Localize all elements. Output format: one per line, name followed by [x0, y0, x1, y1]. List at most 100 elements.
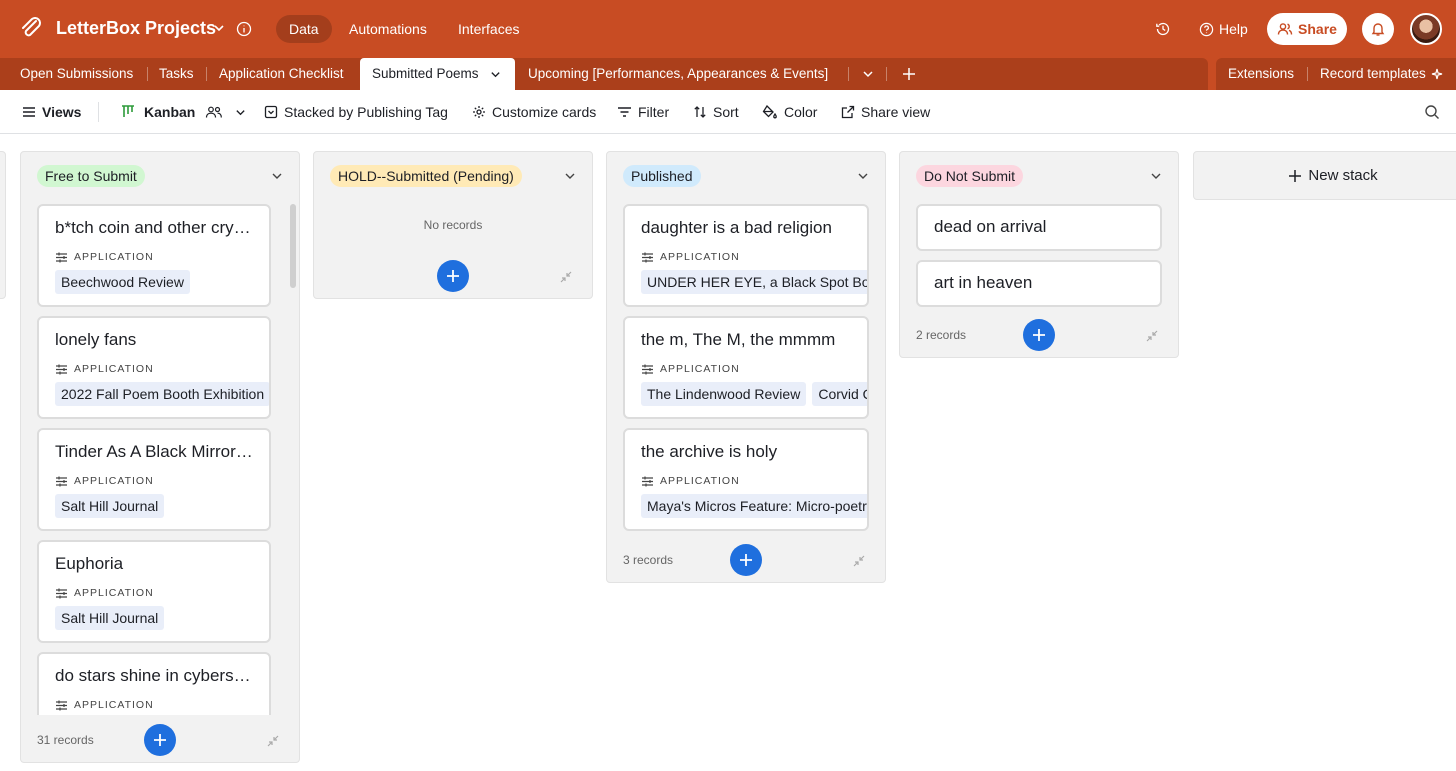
extensions-tab[interactable]: Extensions — [1228, 58, 1294, 90]
plus-icon — [739, 553, 753, 567]
stack-name-pill: Free to Submit — [37, 165, 145, 187]
stack-published: Published daughter is a bad religion APP… — [606, 151, 886, 583]
field-name: APPLICATION — [660, 363, 740, 375]
card-title: Euphoria — [55, 554, 124, 573]
stack-name-pill: Do Not Submit — [916, 165, 1024, 187]
paint-bucket-icon — [762, 105, 777, 119]
filter-icon — [618, 107, 631, 117]
stack-menu-chevron-icon[interactable] — [1150, 170, 1162, 182]
new-stack-button[interactable]: New stack — [1193, 151, 1456, 200]
stacked-by-button[interactable]: Stacked by Publishing Tag — [264, 104, 448, 120]
sort-icon — [694, 106, 706, 118]
nav-interfaces[interactable]: Interfaces — [445, 15, 532, 43]
linked-record-chip[interactable]: UNDER HER EYE, a Black Spot Books Anthol… — [641, 270, 867, 294]
stack-free-to-submit: Free to Submit b*tch coin and other cryp… — [20, 151, 300, 763]
linked-record-chip[interactable]: Corvid Queen — [812, 382, 867, 406]
collapse-stack-icon[interactable] — [267, 734, 279, 747]
stacked-by-label: Stacked by Publishing Tag — [284, 104, 448, 120]
card-title: art in heaven — [934, 273, 1033, 292]
add-record-button[interactable] — [1023, 319, 1055, 351]
stack-menu-chevron-icon[interactable] — [564, 170, 576, 182]
record-card[interactable]: daughter is a bad religion APPLICATION U… — [623, 204, 869, 307]
add-table-icon[interactable] — [902, 67, 916, 81]
card-title: Tinder As A Black Mirror Episode — [55, 442, 253, 461]
views-button[interactable]: Views — [22, 104, 81, 120]
avatar[interactable] — [1410, 13, 1442, 45]
record-card[interactable]: Tinder As A Black Mirror Episode APPLICA… — [37, 428, 271, 531]
record-card[interactable]: b*tch coin and other cryptocurrencies AP… — [37, 204, 271, 307]
linked-record-chip[interactable]: The Lindenwood Review — [641, 382, 807, 406]
history-icon[interactable] — [1155, 21, 1171, 37]
tab-application-checklist[interactable]: Application Checklist — [219, 58, 344, 90]
search-icon[interactable] — [1424, 104, 1440, 120]
base-logo-icon[interactable] — [20, 17, 44, 41]
linked-record-icon — [641, 252, 654, 263]
tab-tasks[interactable]: Tasks — [159, 58, 194, 90]
linked-record-icon — [641, 476, 654, 487]
view-bar-divider — [98, 102, 99, 122]
stack-footer — [314, 256, 592, 296]
share-button[interactable]: Share — [1267, 13, 1347, 45]
linked-record-icon — [641, 364, 654, 375]
linked-record-chip[interactable]: 2022 Fall Poem Booth Exhibition — [55, 382, 269, 406]
card-title: dead on arrival — [934, 217, 1047, 236]
card-title: daughter is a bad religion — [641, 218, 832, 237]
stack-footer: 2 records — [900, 315, 1178, 355]
previous-stack-edge[interactable] — [0, 151, 6, 299]
field-name: APPLICATION — [74, 587, 154, 599]
record-card[interactable]: do stars shine in cyberspace APPLICATION — [37, 652, 271, 715]
collapse-stack-icon[interactable] — [560, 270, 572, 283]
tab-upcoming-events[interactable]: Upcoming [Performances, Appearances & Ev… — [528, 58, 828, 90]
stack-menu-chevron-icon[interactable] — [857, 170, 869, 182]
stack-scrollbar[interactable] — [290, 204, 296, 288]
record-card[interactable]: Euphoria APPLICATION Salt Hill Journal — [37, 540, 271, 643]
stack-hold-submitted: HOLD--Submitted (Pending) No records — [313, 151, 593, 299]
customize-cards-button[interactable]: Customize cards — [472, 104, 596, 120]
chevron-down-icon — [236, 109, 245, 115]
record-card[interactable]: the m, The M, the mmmm APPLICATION The L… — [623, 316, 869, 419]
add-record-button[interactable] — [437, 260, 469, 292]
tab-submitted-poems[interactable]: Submitted Poems — [360, 58, 515, 90]
add-record-button[interactable] — [730, 544, 762, 576]
field-label: APPLICATION — [55, 475, 154, 487]
share-view-label: Share view — [861, 104, 931, 120]
linked-record-chip[interactable]: Maya's Micros Feature: Micro-poetry — [641, 494, 867, 518]
color-button[interactable]: Color — [762, 104, 817, 120]
chevron-down-icon[interactable] — [212, 21, 226, 35]
sort-button[interactable]: Sort — [693, 104, 739, 120]
record-card[interactable]: art in heaven — [916, 260, 1162, 307]
linked-record-icon — [55, 700, 68, 711]
notifications-button[interactable] — [1362, 13, 1394, 45]
add-record-button[interactable] — [144, 724, 176, 756]
tab-open-submissions[interactable]: Open Submissions — [20, 58, 133, 90]
field-name: APPLICATION — [74, 475, 154, 487]
linked-record-chip[interactable]: Salt Hill Journal — [55, 606, 165, 630]
record-card[interactable]: dead on arrival — [916, 204, 1162, 251]
linked-record-chip[interactable]: Beechwood Review — [55, 270, 190, 294]
stack-footer: 31 records — [21, 720, 299, 760]
record-templates-tab[interactable]: Record templates — [1320, 58, 1426, 90]
filter-label: Filter — [638, 104, 670, 120]
view-switcher[interactable]: Kanban — [120, 104, 246, 120]
linked-record-chip[interactable]: Salt Hill Journal — [55, 494, 165, 518]
nav-automations[interactable]: Automations — [336, 15, 440, 43]
plus-icon — [1289, 169, 1302, 182]
filter-button[interactable]: Filter — [617, 104, 669, 120]
stack-header: Published — [607, 152, 885, 200]
record-card[interactable]: lonely fans APPLICATION 2022 Fall Poem B… — [37, 316, 271, 419]
more-tables-chevron-icon[interactable] — [862, 68, 874, 80]
collapse-stack-icon[interactable] — [853, 554, 865, 567]
field-label: APPLICATION — [641, 363, 740, 375]
help-button[interactable]: Help — [1199, 20, 1248, 38]
nav-data[interactable]: Data — [276, 15, 332, 43]
tab-label: Submitted Poems — [372, 66, 479, 81]
record-card[interactable]: the archive is holy APPLICATION Maya's M… — [623, 428, 869, 531]
collapse-stack-icon[interactable] — [1146, 329, 1158, 342]
chevron-down-icon[interactable] — [490, 69, 501, 80]
new-stack-label: New stack — [1308, 167, 1378, 184]
stack-menu-chevron-icon[interactable] — [271, 170, 283, 182]
info-icon[interactable] — [236, 21, 252, 37]
base-name[interactable]: LetterBox Projects — [56, 18, 216, 39]
tab-divider — [147, 67, 148, 81]
share-view-button[interactable]: Share view — [841, 104, 930, 120]
